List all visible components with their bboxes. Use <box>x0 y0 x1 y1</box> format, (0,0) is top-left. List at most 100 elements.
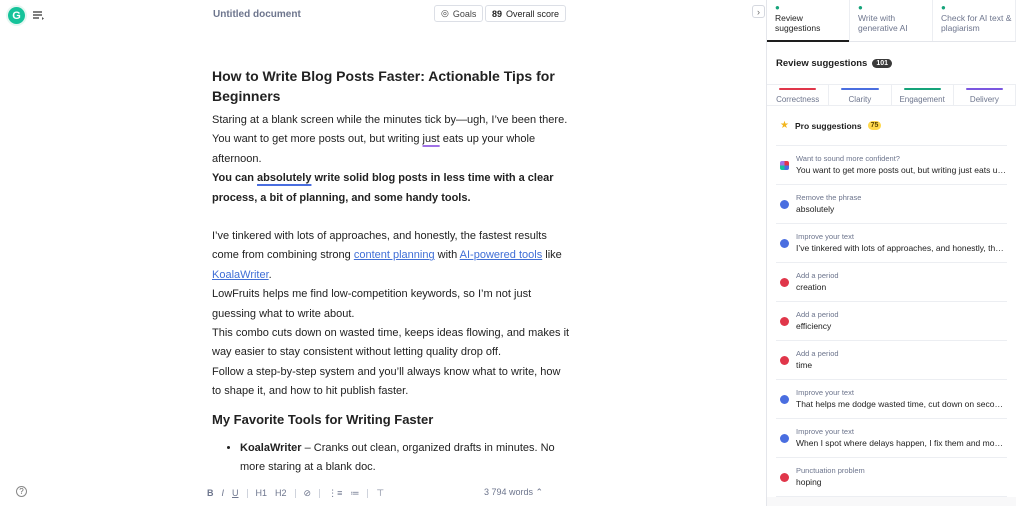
goals-icon: ◎ <box>441 8 449 18</box>
score-value: 89 <box>492 8 503 19</box>
suggestion-card[interactable]: Want to sound more confident? You want to… <box>776 146 1007 185</box>
star-icon: ★ <box>780 120 789 131</box>
goals-button[interactable]: ◎ Goals <box>434 5 484 22</box>
document-body[interactable]: How to Write Blog Posts Faster: Actionab… <box>212 66 572 478</box>
paragraph: This combo cuts down on wasted time, kee… <box>212 327 570 359</box>
grammarly-logo-icon[interactable]: G <box>8 7 25 24</box>
quote-icon: ● <box>941 3 946 12</box>
list-item: KoalaWriter – Cranks out clean, organize… <box>240 439 572 478</box>
ordered-list-icon[interactable]: ⋮≡ <box>328 486 342 500</box>
paragraph: I’ve tinkered with lots of approaches, a… <box>212 230 562 281</box>
grammarly-icon: ● <box>775 3 780 12</box>
divider <box>319 488 321 498</box>
suggestion-card[interactable]: Improve your text When I spot where delay… <box>776 419 1007 458</box>
suggestion-text: When I spot where delays happen, I fix t… <box>796 438 1006 448</box>
category-correctness[interactable]: Correctness <box>767 85 830 105</box>
correctness-icon <box>780 277 789 287</box>
link-koalawriter[interactable]: KoalaWriter <box>212 269 269 281</box>
paragraph: Staring at a blank screen while the minu… <box>212 114 568 165</box>
collapse-panel-button[interactable]: › <box>752 5 765 18</box>
format-toolbar: B I U H1 H2 ⊘ ⋮≡ ≔ ⊤ <box>207 486 384 500</box>
help-icon[interactable]: ? <box>16 486 27 497</box>
category-tabs: Correctness Clarity Engagement Delivery <box>767 84 1016 106</box>
suggestion-card[interactable]: Add a period time <box>776 341 1007 380</box>
suggestion-card[interactable]: Remove the phrase absolutely <box>776 185 1007 224</box>
suggestion-label: Improve your text <box>796 388 854 397</box>
suggestion-label: Add a period <box>796 271 839 280</box>
link-content-planning[interactable]: content planning <box>354 249 435 261</box>
suggestion-text: hoping <box>796 477 822 487</box>
correctness-icon <box>780 472 789 482</box>
paragraph: Follow a step-by-step system and you’ll … <box>212 365 561 398</box>
heading1-button[interactable]: H1 <box>256 486 268 500</box>
overall-score-button[interactable]: 89 Overall score <box>485 5 567 22</box>
category-engagement[interactable]: Engagement <box>892 85 954 105</box>
suggestion-label: Add a period <box>796 349 839 358</box>
suggestions-panel: ● Review suggestions ● Write with genera… <box>766 0 1016 506</box>
category-clarity[interactable]: Clarity <box>829 85 892 105</box>
suggestion-text: time <box>796 360 813 370</box>
suggestion-text: absolutely <box>796 204 835 214</box>
suggestion-text: I’ve tinkered with lots of approaches, a… <box>796 243 1006 253</box>
panel-tabs: ● Review suggestions ● Write with genera… <box>767 0 1016 42</box>
suggestion-text: efficiency <box>796 321 832 331</box>
divider <box>367 488 369 498</box>
category-delivery[interactable]: Delivery <box>954 85 1016 105</box>
tab-check-ai-plagiarism[interactable]: ● Check for AI text & plagiarism <box>933 0 1016 41</box>
menu-icon[interactable] <box>31 8 45 22</box>
suggestion-label: Improve your text <box>796 232 854 241</box>
suggestion-label: Want to sound more confident? <box>796 154 900 163</box>
logo-letter: G <box>12 9 21 22</box>
suggestion-card[interactable]: Punctuation problem hoping <box>776 458 1007 497</box>
link-icon[interactable]: ⊘ <box>304 486 312 500</box>
editor-app: G Untitled document ◎ Goals 89 Overall s… <box>0 0 1023 506</box>
word-count[interactable]: 3 794 words ⌃ <box>484 487 543 498</box>
goals-label: Goals <box>452 8 477 19</box>
clarity-icon <box>780 433 789 443</box>
suggestion-card[interactable]: Add a period efficiency <box>776 302 1007 341</box>
divider <box>246 488 248 498</box>
suggestion-text: That helps me dodge wasted time, cut dow… <box>796 399 1006 409</box>
underline-button[interactable]: U <box>232 486 239 500</box>
correctness-icon <box>780 316 789 326</box>
suggestion-card[interactable]: Improve your text I’ve tinkered with lots… <box>776 224 1007 263</box>
paragraph: LowFruits helps me find low-competition … <box>212 288 532 320</box>
score-label: Overall score <box>506 8 560 19</box>
suggestion-card[interactable]: Add a period creation <box>776 263 1007 302</box>
clarity-icon <box>780 394 789 404</box>
tools-list: KoalaWriter – Cranks out clean, organize… <box>240 439 572 478</box>
suggestion-label: Improve your text <box>796 427 854 436</box>
doc-heading: How to Write Blog Posts Faster: Actionab… <box>212 68 555 104</box>
suggestion-count-badge: 101 <box>872 58 893 68</box>
paragraph-bold: You can absolutely write solid blog post… <box>212 172 554 204</box>
pro-suggestions[interactable]: ★ Pro suggestions 75 <box>776 106 1007 146</box>
chevron-up-icon: ⌃ <box>535 487 544 497</box>
clear-format-icon[interactable]: ⊤ <box>376 486 384 500</box>
section-heading: My Favorite Tools for Writing Faster <box>212 411 434 427</box>
flagged-word-just[interactable]: just <box>423 133 440 145</box>
suggestion-text: You want to get more posts out, but writ… <box>796 165 1006 175</box>
document-title[interactable]: Untitled document <box>213 9 301 20</box>
heading2-button[interactable]: H2 <box>275 486 287 500</box>
suggestion-label: Punctuation problem <box>796 466 865 475</box>
suggestion-label: Add a period <box>796 310 839 319</box>
correctness-icon <box>780 355 789 365</box>
bold-button[interactable]: B <box>207 486 214 500</box>
suggestion-text: creation <box>796 282 827 292</box>
divider <box>294 488 296 498</box>
tab-review-suggestions[interactable]: ● Review suggestions <box>767 0 850 42</box>
flagged-word-absolutely[interactable]: absolutely <box>257 172 311 184</box>
bullet-list-icon[interactable]: ≔ <box>350 486 359 500</box>
pro-count-badge: 75 <box>867 121 882 130</box>
link-ai-powered-tools[interactable]: AI-powered tools <box>460 249 543 261</box>
pin-icon: ● <box>858 3 863 12</box>
tab-write-with-ai[interactable]: ● Write with generative AI <box>850 0 933 41</box>
suggestions-list: ★ Pro suggestions 75 Want to sound more … <box>767 106 1016 497</box>
clarity-icon <box>780 199 789 209</box>
suggestion-card[interactable]: Improve your text That helps me dodge was… <box>776 380 1007 419</box>
suggestion-label: Remove the phrase <box>796 193 862 202</box>
clarity-icon <box>780 238 789 248</box>
tone-icon <box>780 160 789 170</box>
panel-header: Review suggestions 101 <box>767 42 1016 84</box>
italic-button[interactable]: I <box>222 486 225 500</box>
